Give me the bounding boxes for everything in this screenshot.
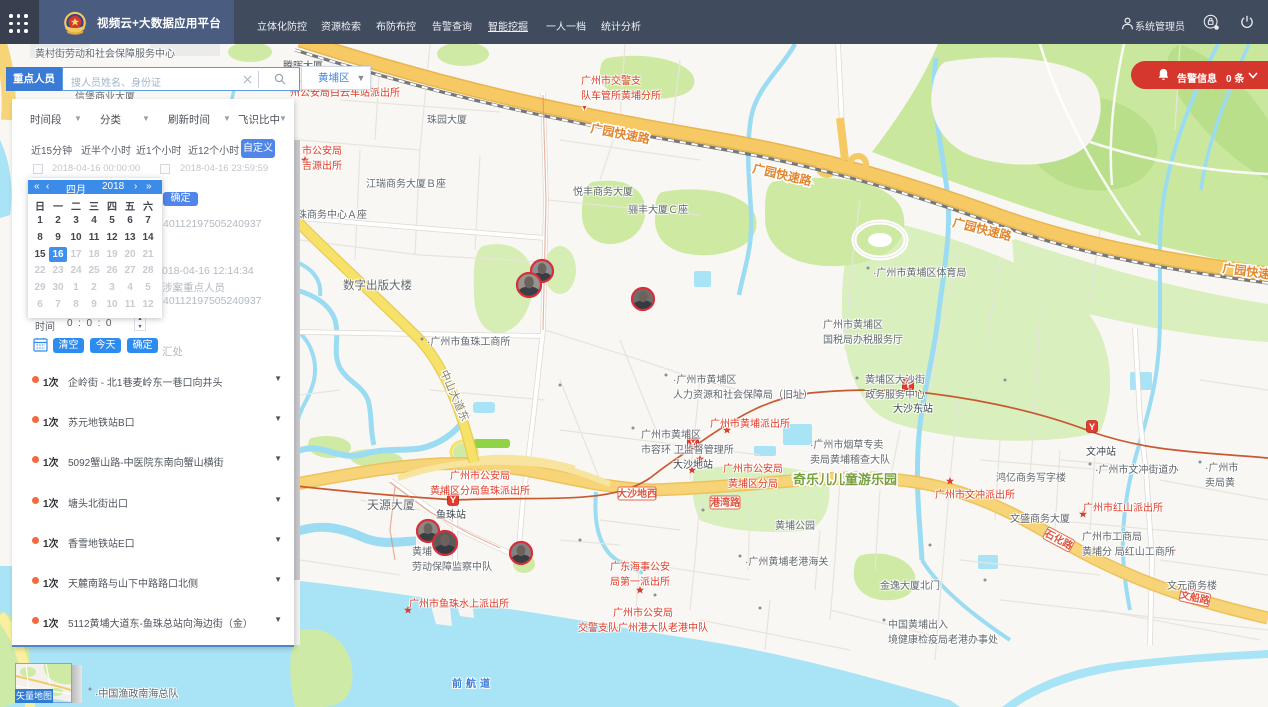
svg-text:奇乐儿儿童游乐园: 奇乐儿儿童游乐园: [793, 472, 897, 487]
svg-text:大沙地西: 大沙地西: [617, 487, 657, 500]
svg-text:Y: Y: [1089, 422, 1096, 433]
svg-text:港湾路: 港湾路: [710, 496, 741, 509]
